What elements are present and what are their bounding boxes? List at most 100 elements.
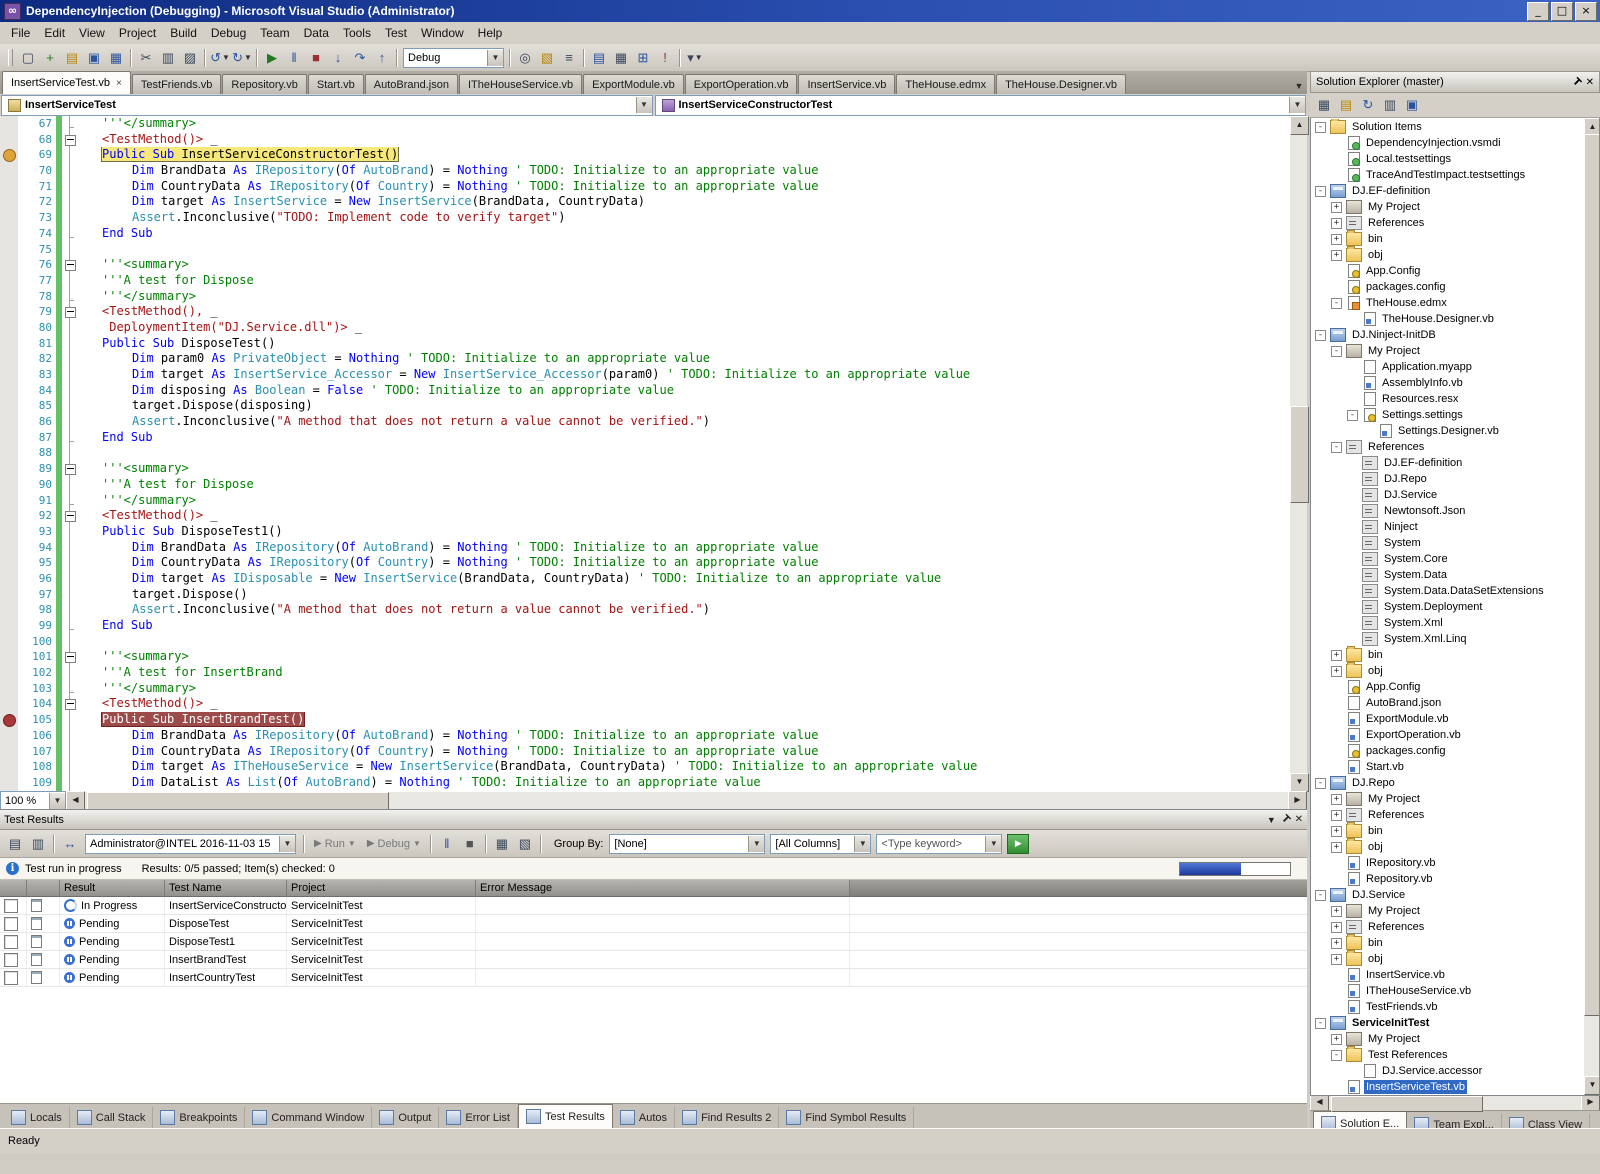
tab-find-results-2[interactable]: Find Results 2: [675, 1107, 780, 1128]
breakpoint-margin[interactable]: [0, 131, 18, 148]
doc-tab-insertservicetest-vb[interactable]: InsertServiceTest.vb ×: [2, 71, 131, 94]
outlining-margin[interactable]: [62, 335, 77, 352]
tree-item-system-xml-linq[interactable]: System.Xml.Linq: [1311, 631, 1584, 647]
tree-item-settings-designer-vb[interactable]: Settings.Designer.vb: [1311, 423, 1584, 439]
breakpoint-margin[interactable]: [0, 351, 18, 367]
scrollbar-thumb[interactable]: [1584, 134, 1599, 1016]
collapse-region-icon[interactable]: [65, 464, 76, 476]
tree-item-system-xml[interactable]: System.Xml: [1311, 615, 1584, 631]
code-line-103[interactable]: 103 '''</summary>: [0, 680, 1290, 697]
column-header-test-name[interactable]: Test Name: [165, 880, 287, 897]
close-button[interactable]: ×: [1575, 1, 1597, 21]
breakpoint-margin[interactable]: [0, 398, 18, 415]
tree-item-local-testsettings[interactable]: Local.testsettings: [1311, 151, 1584, 167]
code-line-102[interactable]: 102 '''A test for InsertBrand: [0, 665, 1290, 681]
menu-help[interactable]: Help: [471, 24, 510, 42]
breakpoint-margin[interactable]: [0, 539, 18, 556]
tree-item-serviceinittest[interactable]: - ServiceInitTest: [1311, 1015, 1584, 1031]
tree-item-dj-service-accessor[interactable]: DJ.Service.accessor: [1311, 1063, 1584, 1079]
tab-breakpoints[interactable]: Breakpoints: [153, 1107, 246, 1128]
test-row-insertcountrytest[interactable]: Pending InsertCountryTest ServiceInitTest: [0, 969, 1307, 987]
tree-item-traceandtestimpact-testsettings[interactable]: TraceAndTestImpact.testsettings: [1311, 167, 1584, 183]
tree-item-autobrand-json[interactable]: AutoBrand.json: [1311, 695, 1584, 711]
add-item-icon[interactable]: +: [39, 47, 61, 68]
outlining-margin[interactable]: [62, 492, 77, 509]
code-line-77[interactable]: 77 '''A test for Dispose: [0, 272, 1290, 289]
collapse-icon[interactable]: -: [1315, 329, 1326, 341]
doc-tab-testfriends-vb[interactable]: TestFriends.vb: [131, 74, 222, 94]
menu-test[interactable]: Test: [378, 24, 414, 42]
code-line-70[interactable]: 70 Dim BrandData As IRepository(Of AutoBr…: [0, 163, 1290, 179]
toolbox-icon[interactable]: ⊞: [632, 47, 654, 68]
breakpoint-margin[interactable]: [0, 680, 18, 697]
code-line-92[interactable]: 92 <TestMethod()> _: [0, 508, 1290, 524]
row-checkbox[interactable]: [4, 934, 18, 949]
types-dropdown[interactable]: InsertServiceTest ▼: [1, 94, 653, 116]
outlining-margin[interactable]: [62, 586, 77, 603]
tree-item-thehouse-edmx[interactable]: - TheHouse.edmx: [1311, 295, 1584, 311]
doc-tab-start-vb[interactable]: Start.vb: [307, 74, 364, 94]
code-line-100[interactable]: 100: [0, 633, 1290, 650]
menu-team[interactable]: Team: [253, 24, 296, 42]
collapse-region-icon[interactable]: [65, 134, 76, 146]
columns-dropdown[interactable]: [All Columns] ▼: [770, 833, 872, 854]
tree-item-test-references[interactable]: - Test References: [1311, 1046, 1584, 1063]
scroll-right-icon[interactable]: ▶: [1288, 791, 1307, 810]
outlining-margin[interactable]: [62, 680, 77, 697]
code-line-96[interactable]: 96 Dim target As IDisposable = New Insert…: [0, 570, 1290, 587]
code-line-78[interactable]: 78 '''</summary>: [0, 288, 1290, 305]
start-debug-icon[interactable]: ▶: [261, 47, 283, 68]
tree-item-my-project[interactable]: + My Project: [1311, 1031, 1584, 1047]
step-out-icon[interactable]: ↑: [371, 47, 393, 68]
breakpoint-margin[interactable]: [0, 163, 18, 179]
scrollbar-thumb[interactable]: [1331, 1096, 1483, 1112]
menu-file[interactable]: File: [4, 24, 37, 42]
tree-vertical-scrollbar[interactable]: ▲ ▼: [1584, 118, 1599, 1095]
breakpoint-margin[interactable]: [0, 335, 18, 352]
properties-window-icon[interactable]: ▦: [610, 47, 632, 68]
expand-icon[interactable]: +: [1331, 233, 1342, 245]
tree-item-ithehouseservice-vb[interactable]: ITheHouseService.vb: [1311, 983, 1584, 999]
code-line-79[interactable]: 79 <TestMethod(), _: [0, 304, 1290, 320]
outlining-margin[interactable]: [62, 163, 77, 179]
code-line-89[interactable]: 89 '''<summary>: [0, 461, 1290, 477]
tree-item-references[interactable]: + References: [1311, 215, 1584, 231]
column-header-project[interactable]: Project: [287, 880, 476, 897]
outlining-margin[interactable]: [62, 288, 77, 305]
cut-icon[interactable]: ✂: [135, 47, 157, 68]
code-line-68[interactable]: 68 <TestMethod()> _: [0, 131, 1290, 148]
doc-tab-repository-vb[interactable]: Repository.vb: [222, 74, 307, 94]
run-button[interactable]: ▶ Run ▼: [309, 834, 361, 854]
filter-keyword-input[interactable]: <Type keyword> ▼: [876, 833, 1003, 854]
expand-icon[interactable]: +: [1331, 1033, 1342, 1045]
code-line-74[interactable]: 74 End Sub: [0, 225, 1290, 242]
tree-item-system[interactable]: System: [1311, 535, 1584, 551]
find-in-files-icon[interactable]: ▧: [536, 47, 558, 68]
row-checkbox[interactable]: [4, 898, 18, 913]
outlining-margin[interactable]: [62, 476, 77, 493]
solution-configuration-dropdown[interactable]: Debug ▼: [403, 47, 504, 68]
code-line-94[interactable]: 94 Dim BrandData As IRepository(Of AutoBr…: [0, 539, 1290, 556]
code-line-71[interactable]: 71 Dim CountryData As IRepository(Of Coun…: [0, 178, 1290, 195]
code-line-87[interactable]: 87 End Sub: [0, 429, 1290, 446]
close-icon[interactable]: ✕: [1586, 77, 1594, 88]
outlining-margin[interactable]: [62, 116, 77, 132]
chevron-down-icon[interactable]: ▼: [1289, 97, 1305, 113]
scroll-left-icon[interactable]: ◀: [66, 791, 85, 810]
code-line-106[interactable]: 106 Dim BrandData As IRepository(Of AutoB…: [0, 727, 1290, 744]
scroll-down-icon[interactable]: ▼: [1290, 773, 1309, 792]
breakpoint-margin[interactable]: [0, 382, 18, 399]
expand-icon[interactable]: +: [1331, 921, 1342, 933]
code-line-91[interactable]: 91 '''</summary>: [0, 492, 1290, 509]
stop-icon[interactable]: ■: [459, 833, 481, 854]
collapse-region-icon[interactable]: [65, 511, 76, 523]
tree-horizontal-scrollbar[interactable]: ◀ ▶: [1310, 1095, 1600, 1112]
tree-item-solution-items[interactable]: - Solution Items: [1311, 119, 1584, 135]
debug-button[interactable]: ▶ Debug ▼: [362, 834, 426, 854]
outlining-margin[interactable]: [62, 367, 77, 383]
code-line-69[interactable]: 69 Public Sub InsertServiceConstructorTes…: [0, 147, 1290, 164]
tree-item-references[interactable]: + References: [1311, 807, 1584, 823]
expand-icon[interactable]: +: [1331, 217, 1342, 229]
breakpoint-margin[interactable]: [0, 288, 18, 305]
expand-icon[interactable]: +: [1331, 201, 1342, 213]
